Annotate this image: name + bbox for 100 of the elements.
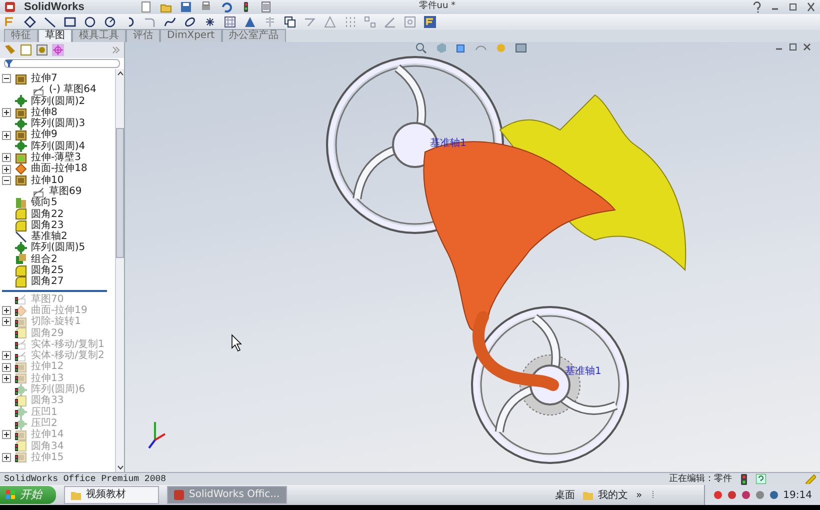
fillet-feature-icon	[15, 394, 27, 407]
axis-label: 基准轴1	[565, 366, 602, 377]
app-logo-icon	[174, 490, 185, 500]
feature-name[interactable]: 组合2	[31, 254, 58, 266]
feature-name[interactable]: 阵列(圆周)2	[31, 96, 86, 107]
help-icon[interactable]	[756, 474, 766, 484]
scrollbar[interactable]	[115, 69, 124, 472]
expand-toggle-icon[interactable]	[2, 430, 11, 440]
app-logo-icon	[4, 1, 16, 13]
printer-icon[interactable]	[200, 1, 212, 13]
scene-icon[interactable]	[515, 42, 527, 54]
feature-name[interactable]: 曲面-拉伸18	[31, 163, 88, 175]
feature-name[interactable]: (-) 草图64	[49, 84, 96, 96]
expand-toggle-icon[interactable]	[2, 452, 11, 462]
sketch-exit-icon[interactable]	[424, 16, 436, 28]
feature-name[interactable]: 圆角23	[31, 220, 64, 232]
taskbar-button[interactable]: 视频教材	[64, 486, 159, 504]
feature-name[interactable]: 圆角27	[31, 276, 64, 288]
circle-icon[interactable]	[104, 16, 116, 28]
more-button[interactable]: »	[636, 488, 642, 502]
fillet-feature-icon	[15, 264, 27, 277]
grid-icon[interactable]	[224, 16, 236, 28]
scroll-down-icon[interactable]	[116, 463, 125, 472]
extrude-feature-icon	[15, 372, 27, 384]
extrude-feature-icon	[15, 316, 27, 328]
sketch-icon[interactable]	[4, 16, 16, 28]
feature-name[interactable]: 拉伸8	[31, 106, 58, 118]
save-icon[interactable]	[180, 1, 192, 13]
restore-icon[interactable]	[788, 1, 798, 13]
restore-icon[interactable]	[788, 42, 798, 52]
line-icon[interactable]	[44, 16, 56, 28]
dimension-icon[interactable]	[24, 16, 36, 28]
triangle-icon[interactable]	[244, 16, 256, 28]
combine-feature-icon	[15, 253, 27, 266]
rollback-bar[interactable]	[2, 290, 107, 292]
surface-feature-icon	[15, 304, 27, 317]
sketch-icon	[33, 186, 45, 198]
feature-name[interactable]: 镜向5	[31, 197, 58, 209]
feature-name[interactable]: 圆角25	[31, 265, 64, 276]
feature-name[interactable]: 拉伸10	[31, 174, 64, 186]
folder-icon	[71, 490, 82, 500]
feature-manager-icon[interactable]	[4, 44, 16, 56]
folder-icon	[583, 490, 594, 500]
undo-icon[interactable]	[220, 1, 232, 13]
expand-toggle-icon[interactable]	[2, 306, 11, 316]
feature-name[interactable]: 拉伸-薄壁3	[31, 152, 81, 164]
point-icon[interactable]	[204, 16, 216, 28]
expand-toggle-icon[interactable]	[2, 130, 11, 140]
property-icon[interactable]	[20, 44, 32, 56]
expand-toggle-icon[interactable]	[2, 164, 11, 174]
extrude-feature-icon	[15, 361, 27, 374]
expand-toggle-icon[interactable]	[2, 153, 11, 162]
fillet-feature-icon	[15, 327, 27, 340]
collapse-toggle-icon[interactable]	[2, 176, 11, 185]
scroll-up-icon[interactable]	[116, 69, 125, 78]
feature-name[interactable]: 拉伸7	[31, 73, 58, 84]
expand-toggle-icon[interactable]	[2, 108, 11, 118]
expand-toggle-icon[interactable]	[2, 351, 11, 360]
list-icon[interactable]	[260, 1, 272, 13]
folder-shortcut[interactable]: 我的文	[583, 488, 628, 502]
command-tab[interactable]: 特征	[4, 29, 38, 42]
feature-name[interactable]: 拉伸9	[31, 129, 58, 141]
circle-icon[interactable]	[84, 16, 96, 28]
command-tab[interactable]: 草图	[38, 29, 72, 42]
command-tab[interactable]: DimXpert	[160, 29, 222, 42]
feature-name[interactable]: 草图69	[49, 186, 82, 198]
expand-toggle-icon[interactable]	[2, 362, 11, 372]
expand-toggle-icon[interactable]	[2, 374, 11, 383]
close-icon[interactable]	[806, 1, 816, 13]
windows-logo-icon	[6, 490, 16, 500]
cursor-icon	[232, 334, 242, 352]
command-tab[interactable]: 评估	[126, 29, 160, 42]
offset-icon[interactable]	[284, 16, 296, 28]
app-logo: SolidWorks	[24, 0, 84, 14]
feature-name[interactable]: 阵列(圆周)4	[31, 140, 86, 152]
new-document-icon[interactable]	[140, 1, 152, 13]
window-title: 零件uu *	[418, 0, 457, 14]
command-tab[interactable]: 模具工具	[72, 29, 126, 42]
filter-icon	[5, 60, 13, 67]
help-icon[interactable]	[752, 1, 762, 13]
expand-toggle-icon[interactable]	[2, 317, 11, 326]
spline-icon[interactable]	[164, 16, 176, 28]
extrude-feature-icon	[15, 428, 27, 441]
extrude-feature-icon	[15, 451, 27, 464]
feature-name[interactable]: 阵列(圆周)3	[31, 118, 86, 130]
feature-name[interactable]: 圆角22	[31, 208, 64, 220]
ellipse-icon[interactable]	[184, 16, 196, 28]
feature-name[interactable]: 阵列(圆周)5	[31, 242, 86, 254]
filter-field[interactable]	[4, 59, 120, 68]
collapse-toggle-icon[interactable]	[2, 74, 11, 84]
product-name: SolidWorks Office Premium 2008	[4, 473, 166, 485]
zoom-icon[interactable]	[415, 42, 427, 54]
cube-icon[interactable]	[455, 42, 467, 54]
configuration-icon[interactable]	[36, 44, 48, 56]
close-icon[interactable]	[802, 42, 812, 52]
rectangle-icon[interactable]	[64, 16, 76, 28]
command-tab[interactable]: 办公室产品	[222, 29, 286, 42]
traffic-light-icon[interactable]	[740, 474, 748, 484]
pattern-feature-icon	[15, 406, 27, 418]
feature-name[interactable]: 基准轴2	[31, 231, 68, 242]
